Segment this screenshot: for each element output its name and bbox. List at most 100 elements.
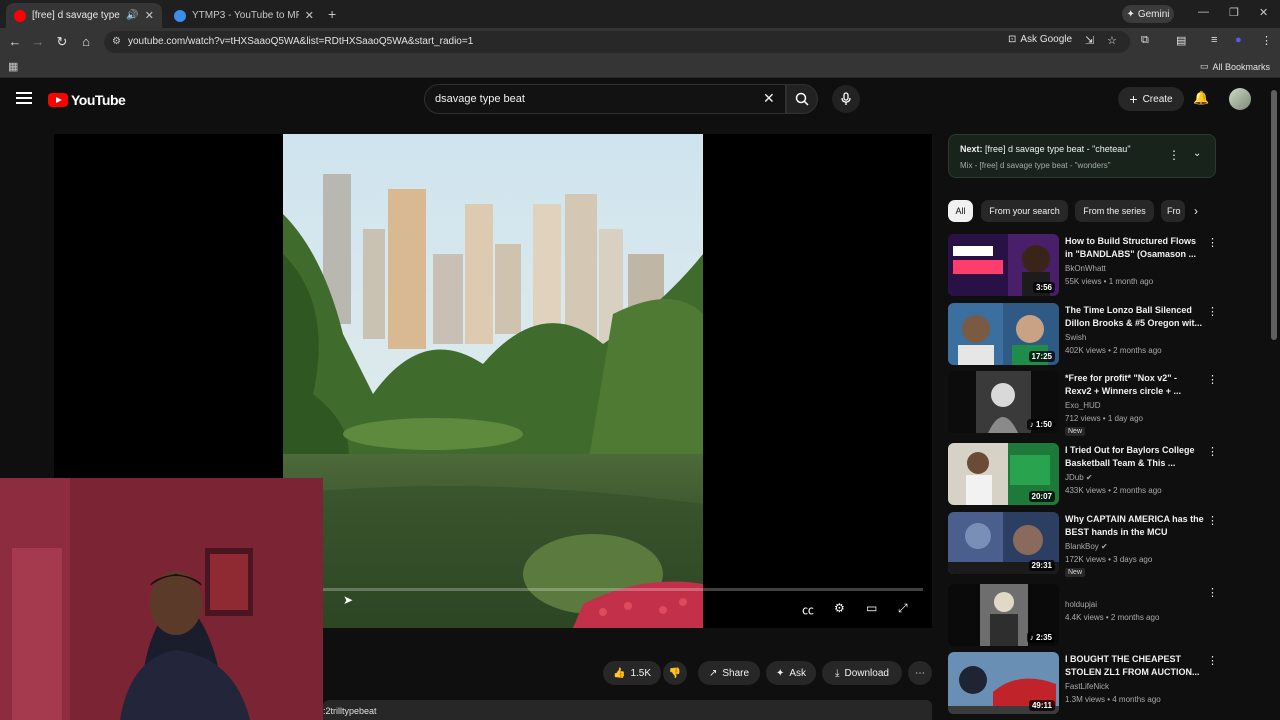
minimize-icon[interactable]: — xyxy=(1198,6,1209,18)
video-title[interactable]: *Free for profit* "Nox v2" - Rexv2 + Win… xyxy=(1065,372,1205,398)
home-icon[interactable]: ⌂ xyxy=(78,34,94,49)
reload-icon[interactable]: ↻ xyxy=(54,34,70,50)
more-vertical-icon[interactable]: ⋮ xyxy=(1207,586,1218,599)
more-vertical-icon[interactable]: ⋮ xyxy=(1207,514,1218,527)
gemini-label: Gemini xyxy=(1137,8,1170,20)
recommendation-item[interactable]: 49:11 I BOUGHT THE CHEAPEST STOLEN ZL1 F… xyxy=(948,652,1218,716)
video-thumbnail[interactable]: 29:31 xyxy=(948,512,1059,574)
browser-tab-youtube[interactable]: [free] d savage type beat - 🔊 ✕ xyxy=(6,3,162,28)
video-meta: 172K views • 3 days ago xyxy=(1065,555,1153,564)
recommendation-item[interactable]: ♪ 1:50 *Free for profit* "Nox v2" - Rexv… xyxy=(948,371,1218,436)
page-scrollbar[interactable] xyxy=(1271,90,1277,340)
clear-search-icon[interactable]: ✕ xyxy=(763,90,775,107)
restore-icon[interactable]: ❐ xyxy=(1229,6,1239,19)
video-title[interactable]: I Tried Out for Baylors College Basketba… xyxy=(1065,444,1205,470)
chip-from-the-series[interactable]: From the series xyxy=(1075,200,1154,222)
side-panel-icon[interactable]: ▤ xyxy=(1176,34,1186,47)
new-tab-icon[interactable]: + xyxy=(328,6,336,22)
verified-check-icon: ✔ xyxy=(1101,542,1108,551)
youtube-logo[interactable]: YouTube xyxy=(48,92,126,108)
captions-icon[interactable]: ㏄ xyxy=(802,601,814,618)
channel-name[interactable]: Swish xyxy=(1065,333,1086,342)
dislike-button[interactable]: 👎 xyxy=(663,661,687,685)
like-button[interactable]: 👍 1.5K xyxy=(603,661,661,685)
back-icon[interactable]: ← xyxy=(7,34,23,49)
recommendation-item[interactable]: 29:31 Why CAPTAIN AMERICA has the BEST h… xyxy=(948,512,1218,577)
avatar[interactable] xyxy=(1229,88,1251,110)
chip-from-your-search[interactable]: From your search xyxy=(981,200,1068,222)
menu-icon[interactable] xyxy=(16,92,32,104)
chip-all[interactable]: All xyxy=(948,200,973,222)
voice-search-button[interactable] xyxy=(832,85,860,113)
video-title[interactable]: Why CAPTAIN AMERICA has the BEST hands i… xyxy=(1065,513,1205,539)
more-actions-button[interactable]: ⋯ xyxy=(908,661,932,685)
search-value[interactable]: dsavage type beat xyxy=(435,93,525,105)
more-vertical-icon[interactable]: ⋮ xyxy=(1207,305,1218,318)
recommendation-item[interactable]: 3:56 How to Build Structured Flows in "B… xyxy=(948,234,1218,298)
more-vertical-icon[interactable]: ⋮ xyxy=(1168,148,1180,162)
video-meta: 433K views • 2 months ago xyxy=(1065,486,1162,495)
video-thumbnail[interactable]: 20:07 xyxy=(948,443,1059,505)
channel-name[interactable]: BlankBoy xyxy=(1065,542,1099,551)
video-title[interactable]: How to Build Structured Flows in "BANDLA… xyxy=(1065,235,1205,261)
video-thumbnail[interactable]: 49:11 xyxy=(948,652,1059,714)
close-window-icon[interactable]: ✕ xyxy=(1259,6,1268,19)
settings-gear-icon[interactable]: ⚙ xyxy=(834,601,845,615)
url-text[interactable]: youtube.com/watch?v=tHXSaaoQ5WA&list=RDt… xyxy=(128,36,473,47)
chip-from-partial[interactable]: Fro xyxy=(1161,200,1185,222)
theater-mode-icon[interactable]: ▭ xyxy=(866,601,877,615)
gemini-button[interactable]: ✦ Gemini xyxy=(1122,5,1174,23)
chevron-right-icon[interactable]: › xyxy=(1194,204,1198,218)
video-title[interactable]: I BOUGHT THE CHEAPEST STOLEN ZL1 FROM AU… xyxy=(1065,653,1205,679)
forward-icon[interactable]: → xyxy=(30,34,46,49)
search-input[interactable]: dsavage type beat ✕ xyxy=(424,84,786,114)
video-thumbnail[interactable]: ♪ 1:50 xyxy=(948,371,1059,433)
install-app-icon[interactable]: ⇲ xyxy=(1085,34,1094,47)
channel-name[interactable]: FastLifeNick xyxy=(1065,682,1109,691)
description-box[interactable] xyxy=(323,700,932,720)
site-info-icon[interactable]: ⚙ xyxy=(112,36,121,47)
close-tab-icon[interactable]: ✕ xyxy=(145,9,154,22)
profile-icon[interactable]: ● xyxy=(1235,34,1242,46)
more-vertical-icon[interactable]: ⋮ xyxy=(1207,654,1218,667)
address-bar[interactable]: ⚙ youtube.com/watch?v=tHXSaaoQ5WA&list=R… xyxy=(104,31,1130,53)
media-controls-icon[interactable]: ≡ xyxy=(1211,34,1217,46)
video-title[interactable]: The Time Lonzo Ball Silenced Dillon Broo… xyxy=(1065,304,1205,330)
bookmark-star-icon[interactable]: ☆ xyxy=(1107,34,1117,47)
browser-menu-icon[interactable]: ⋮ xyxy=(1261,34,1272,47)
create-button[interactable]: + Create xyxy=(1118,87,1184,111)
channel-name[interactable]: holdupjai xyxy=(1065,600,1097,609)
speaker-icon[interactable]: 🔊 xyxy=(126,10,138,21)
progress-bar[interactable] xyxy=(283,588,923,591)
webcam-overlay xyxy=(0,478,323,720)
video-thumbnail[interactable]: ♪ 2:35 xyxy=(948,584,1059,646)
search-button[interactable] xyxy=(786,84,818,114)
fullscreen-icon[interactable]: ⤢ xyxy=(898,601,908,616)
close-tab-icon[interactable]: ✕ xyxy=(305,9,314,22)
apps-grid-icon[interactable]: ▦ xyxy=(8,60,18,73)
more-vertical-icon[interactable]: ⋮ xyxy=(1207,373,1218,386)
channel-name-row[interactable]: JDub ✔ xyxy=(1065,473,1093,482)
chevron-down-icon[interactable]: ⌄ xyxy=(1193,148,1201,159)
channel-name-row[interactable]: BlankBoy ✔ xyxy=(1065,542,1108,551)
share-button[interactable]: ↗ Share xyxy=(698,661,760,685)
video-thumbnail[interactable]: 3:56 xyxy=(948,234,1059,296)
notifications-bell-icon[interactable]: 🔔 xyxy=(1193,90,1209,106)
recommendation-item[interactable]: 17:25 The Time Lonzo Ball Silenced Dillo… xyxy=(948,303,1218,367)
all-bookmarks-button[interactable]: ▭ All Bookmarks xyxy=(1200,61,1270,72)
up-next-card[interactable]: Next: [free] d savage type beat - "chete… xyxy=(948,134,1216,178)
download-button[interactable]: ⤓ Download xyxy=(822,661,902,685)
ask-button[interactable]: ✦ Ask xyxy=(766,661,816,685)
ask-google-button[interactable]: ⊡ Ask Google xyxy=(1008,34,1072,45)
browser-tab-ytmp3[interactable]: YTMP3 - YouTube to MP3 Conv ✕ xyxy=(166,3,322,28)
recommendation-item[interactable]: 20:07 I Tried Out for Baylors College Ba… xyxy=(948,443,1218,507)
more-vertical-icon[interactable]: ⋮ xyxy=(1207,445,1218,458)
video-thumbnail[interactable]: 17:25 xyxy=(948,303,1059,365)
recommendation-item[interactable]: ♪ 2:35 holdupjai 4.4K views • 2 months a… xyxy=(948,584,1218,648)
channel-name[interactable]: Exo_HUD xyxy=(1065,401,1101,410)
more-vertical-icon[interactable]: ⋮ xyxy=(1207,236,1218,249)
video-frame[interactable] xyxy=(283,134,703,628)
extensions-icon[interactable]: ⧉ xyxy=(1141,34,1149,47)
channel-name[interactable]: BkOnWhatt xyxy=(1065,264,1106,273)
channel-name[interactable]: JDub xyxy=(1065,473,1084,482)
